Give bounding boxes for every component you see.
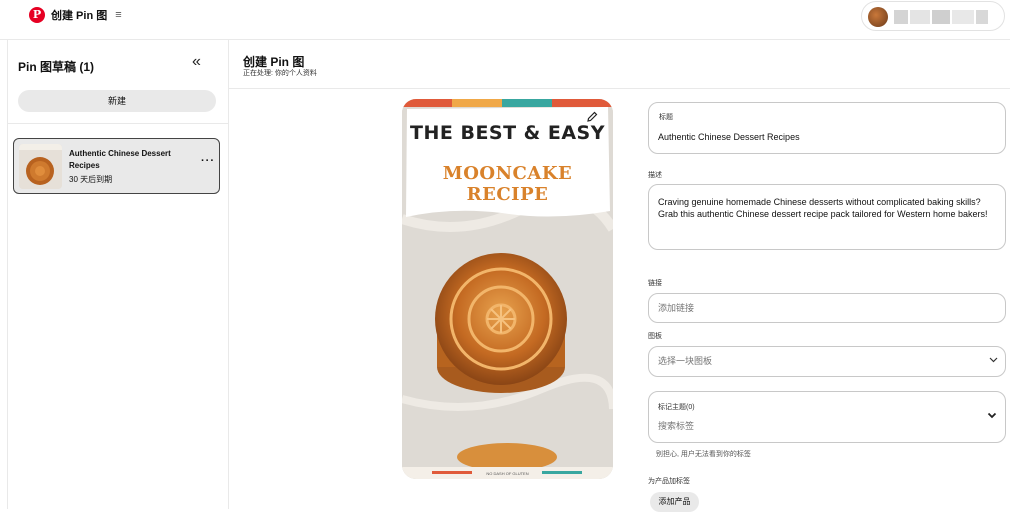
tags-helper-text: 别担心, 用户无法看到你的标签 bbox=[656, 451, 751, 458]
page-subtitle: 正在处理: 你的个人资料 bbox=[243, 70, 317, 77]
new-draft-button[interactable]: 新建 bbox=[18, 90, 216, 112]
tags-label: 标记主题(0) bbox=[658, 404, 695, 411]
blurred-account-name-5 bbox=[976, 10, 988, 24]
edit-pencil-icon[interactable] bbox=[586, 111, 600, 125]
draft-title: Authentic Chinese Dessert Recipes bbox=[69, 149, 171, 170]
more-options-icon[interactable]: ··· bbox=[201, 155, 215, 167]
blurred-account-name-4 bbox=[952, 10, 974, 24]
link-input[interactable]: 添加链接 bbox=[658, 302, 694, 314]
board-select[interactable]: 选择一块图板 bbox=[648, 346, 1006, 377]
title-input[interactable]: Authentic Chinese Dessert Recipes bbox=[658, 131, 800, 143]
title-label: 标题 bbox=[659, 114, 673, 121]
add-product-button[interactable]: 添加产品 bbox=[650, 492, 699, 512]
pin-image-preview: THE BEST & EASY MOONCAKE RECIPE NO DASH … bbox=[402, 99, 613, 479]
title-field[interactable]: 标题 Authentic Chinese Dessert Recipes bbox=[648, 102, 1006, 154]
link-label: 链接 bbox=[648, 280, 662, 287]
description-field[interactable]: Craving genuine homemade Chinese dessert… bbox=[648, 184, 1006, 250]
product-tag-label: 为产品加标签 bbox=[648, 478, 690, 485]
pin-headline-2: MOONCAKE RECIPE bbox=[442, 163, 573, 205]
blurred-account-name-3 bbox=[932, 10, 950, 24]
pin-headline-1: THE BEST & EASY bbox=[410, 122, 605, 144]
blurred-account-name bbox=[894, 10, 908, 24]
avatar bbox=[868, 7, 888, 27]
drafts-sidebar: Pin 图草稿 (1) « 新建 Authentic Chinese Desse… bbox=[7, 40, 229, 509]
sidebar-divider bbox=[8, 123, 228, 124]
tags-field[interactable]: 标记主题(0) 搜索标签 bbox=[648, 391, 1006, 443]
mooncake-photo bbox=[402, 99, 613, 479]
pin-watermark: NO DASH OF GLUTEN bbox=[486, 471, 529, 476]
app-title: 创建 Pin 图 bbox=[51, 10, 108, 22]
chevron-down-icon bbox=[989, 355, 998, 367]
link-field[interactable]: 添加链接 bbox=[648, 293, 1006, 323]
description-input[interactable]: Craving genuine homemade Chinese dessert… bbox=[658, 196, 998, 220]
draft-item[interactable]: Authentic Chinese Dessert Recipes 30 天后到… bbox=[13, 138, 220, 194]
pinterest-logo-icon[interactable]: P bbox=[29, 7, 45, 23]
blurred-account-name-2 bbox=[910, 10, 930, 24]
tags-search-input[interactable]: 搜索标签 bbox=[658, 420, 694, 432]
collapse-sidebar-icon[interactable]: « bbox=[192, 53, 201, 71]
chevron-down-icon[interactable] bbox=[987, 410, 997, 423]
description-label: 描述 bbox=[648, 172, 662, 179]
main-divider bbox=[229, 88, 1010, 89]
profile-chip[interactable] bbox=[861, 1, 1005, 31]
top-bar: P 创建 Pin 图 ≡ bbox=[0, 0, 1010, 32]
brand: P 创建 Pin 图 ≡ bbox=[29, 7, 122, 23]
drafts-title: Pin 图草稿 (1) bbox=[18, 60, 95, 74]
draft-thumbnail bbox=[19, 144, 62, 189]
draft-expiry: 30 天后到期 bbox=[69, 175, 113, 184]
board-placeholder: 选择一块图板 bbox=[658, 356, 713, 366]
board-label: 图板 bbox=[648, 333, 662, 340]
menu-icon[interactable]: ≡ bbox=[115, 9, 121, 21]
